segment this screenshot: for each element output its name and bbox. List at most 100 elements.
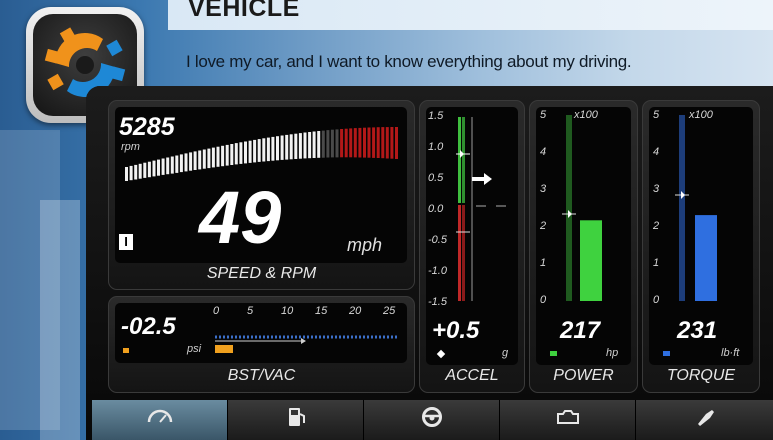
rpm-segment xyxy=(262,138,266,162)
gear-indicator: I xyxy=(119,234,133,250)
rpm-segment xyxy=(308,132,312,159)
accel-unit: g xyxy=(502,347,509,359)
rpm-segment xyxy=(179,154,183,173)
tagline: I love my car, and I want to know everyt… xyxy=(186,52,632,71)
rpm-unit: rpm xyxy=(121,141,140,153)
speed-rpm-label: SPEED & RPM xyxy=(206,265,317,282)
rpm-segment xyxy=(125,167,128,181)
rpm-segment xyxy=(166,157,170,175)
rpm-segment xyxy=(376,127,380,158)
accel-marker xyxy=(436,349,446,359)
bstvac-indicator xyxy=(123,348,129,353)
bstvac-panel[interactable]: -02.5 psi 0 5 10 15 20 25 BST/VAC xyxy=(108,296,415,393)
bstvac-tick-label: 15 xyxy=(315,305,328,317)
rpm-segment xyxy=(134,164,138,180)
rpm-segment xyxy=(285,134,289,160)
bstvac-tick-label: 5 xyxy=(247,305,254,317)
power-label: POWER xyxy=(553,367,614,384)
tab-fuel[interactable] xyxy=(228,400,364,440)
power-bar xyxy=(562,115,602,301)
tab-steering[interactable] xyxy=(364,400,500,440)
rpm-segment xyxy=(390,127,394,159)
rpm-segment xyxy=(385,127,389,159)
rpm-segment xyxy=(349,128,353,158)
wrench-icon xyxy=(697,410,714,426)
rpm-segment xyxy=(157,159,160,176)
rpm-segment xyxy=(381,127,385,159)
rpm-segment xyxy=(312,131,316,158)
power-color-swatch xyxy=(550,351,557,356)
fuel-icon xyxy=(288,408,305,426)
gauge-icon xyxy=(147,409,172,423)
rpm-segment xyxy=(367,127,371,158)
tab-tools[interactable] xyxy=(636,400,773,440)
bstvac-scale: 0 5 10 15 20 25 xyxy=(213,305,403,325)
rpm-segment xyxy=(358,127,362,158)
rpm-segment xyxy=(294,133,298,159)
power-display: x100 543210 217 hp xyxy=(536,107,631,365)
tab-gauges[interactable] xyxy=(92,400,228,440)
power-value: 217 xyxy=(560,317,601,344)
torque-color-swatch xyxy=(663,351,670,356)
rpm-segment xyxy=(129,165,133,181)
speed-rpm-display: 5285 rpm I 49 mph xyxy=(115,107,407,263)
rpm-segment xyxy=(266,137,270,162)
rpm-segment xyxy=(161,158,165,175)
bstvac-display: -02.5 psi 0 5 10 15 20 25 xyxy=(115,303,407,363)
bstvac-tick-label: 20 xyxy=(349,305,362,317)
rpm-segment xyxy=(248,140,252,163)
rpm-segment xyxy=(211,147,215,168)
power-panel[interactable]: x100 543210 217 hp POWER xyxy=(529,100,638,393)
accel-bar xyxy=(456,117,506,301)
speed-value: 49 xyxy=(199,176,282,259)
rpm-segment xyxy=(353,128,357,158)
rpm-segment xyxy=(340,129,344,158)
rpm-segment xyxy=(239,142,243,164)
rpm-segment xyxy=(234,143,238,165)
rpm-segment xyxy=(202,149,206,169)
rpm-segment xyxy=(271,136,275,161)
page-title: VEHICLE xyxy=(188,0,300,22)
speed-rpm-panel[interactable]: 5285 rpm I 49 mph SPEED & RPM xyxy=(108,100,415,290)
bstvac-tick-label: 0 xyxy=(213,305,220,317)
bstvac-unit: psi xyxy=(187,343,202,355)
bstvac-bar xyxy=(215,335,397,353)
rpm-segment xyxy=(230,144,234,165)
torque-panel[interactable]: x100 543210 231 lb·ft TORQUE xyxy=(642,100,760,393)
rpm-segment xyxy=(330,129,334,158)
rpm-segment xyxy=(184,153,188,172)
torque-bar xyxy=(675,115,717,301)
rpm-segment xyxy=(335,129,339,158)
background-shape xyxy=(40,200,80,440)
tab-bar xyxy=(92,400,773,440)
power-unit: hp xyxy=(606,347,619,359)
steering-wheel-icon xyxy=(421,407,442,427)
rpm-segment xyxy=(207,148,211,169)
bstvac-tick-label: 25 xyxy=(383,305,396,317)
rpm-segment xyxy=(372,127,376,158)
rpm-segment xyxy=(170,156,174,174)
rpm-segment xyxy=(221,145,225,167)
rpm-segment xyxy=(198,150,202,170)
rpm-segment xyxy=(395,127,398,159)
bstvac-label: BST/VAC xyxy=(227,367,296,384)
torque-label: TORQUE xyxy=(666,367,736,384)
rpm-segment xyxy=(344,128,348,158)
rpm-segment xyxy=(317,131,321,158)
rpm-segment xyxy=(289,134,293,160)
rpm-segment xyxy=(152,160,156,177)
rpm-segment xyxy=(257,139,261,162)
rpm-segment xyxy=(175,155,179,173)
accel-display: 1.5 1.0 0.5 0.0 -0.5 -1.0 -1.5 +0.5 g xyxy=(426,107,518,365)
rpm-segment xyxy=(216,146,220,167)
accel-panel[interactable]: 1.5 1.0 0.5 0.0 -0.5 -1.0 -1.5 +0.5 g ACCEL xyxy=(419,100,525,393)
torque-unit: lb·ft xyxy=(721,347,740,359)
rpm-segment xyxy=(363,127,366,158)
torque-display: x100 543210 231 lb·ft xyxy=(649,107,753,365)
accel-value: +0.5 xyxy=(432,317,480,344)
rpm-segment xyxy=(189,152,193,171)
rpm-segment xyxy=(143,162,147,178)
tab-engine[interactable] xyxy=(500,400,636,440)
torque-value: 231 xyxy=(677,317,718,344)
rpm-segment xyxy=(276,136,279,161)
